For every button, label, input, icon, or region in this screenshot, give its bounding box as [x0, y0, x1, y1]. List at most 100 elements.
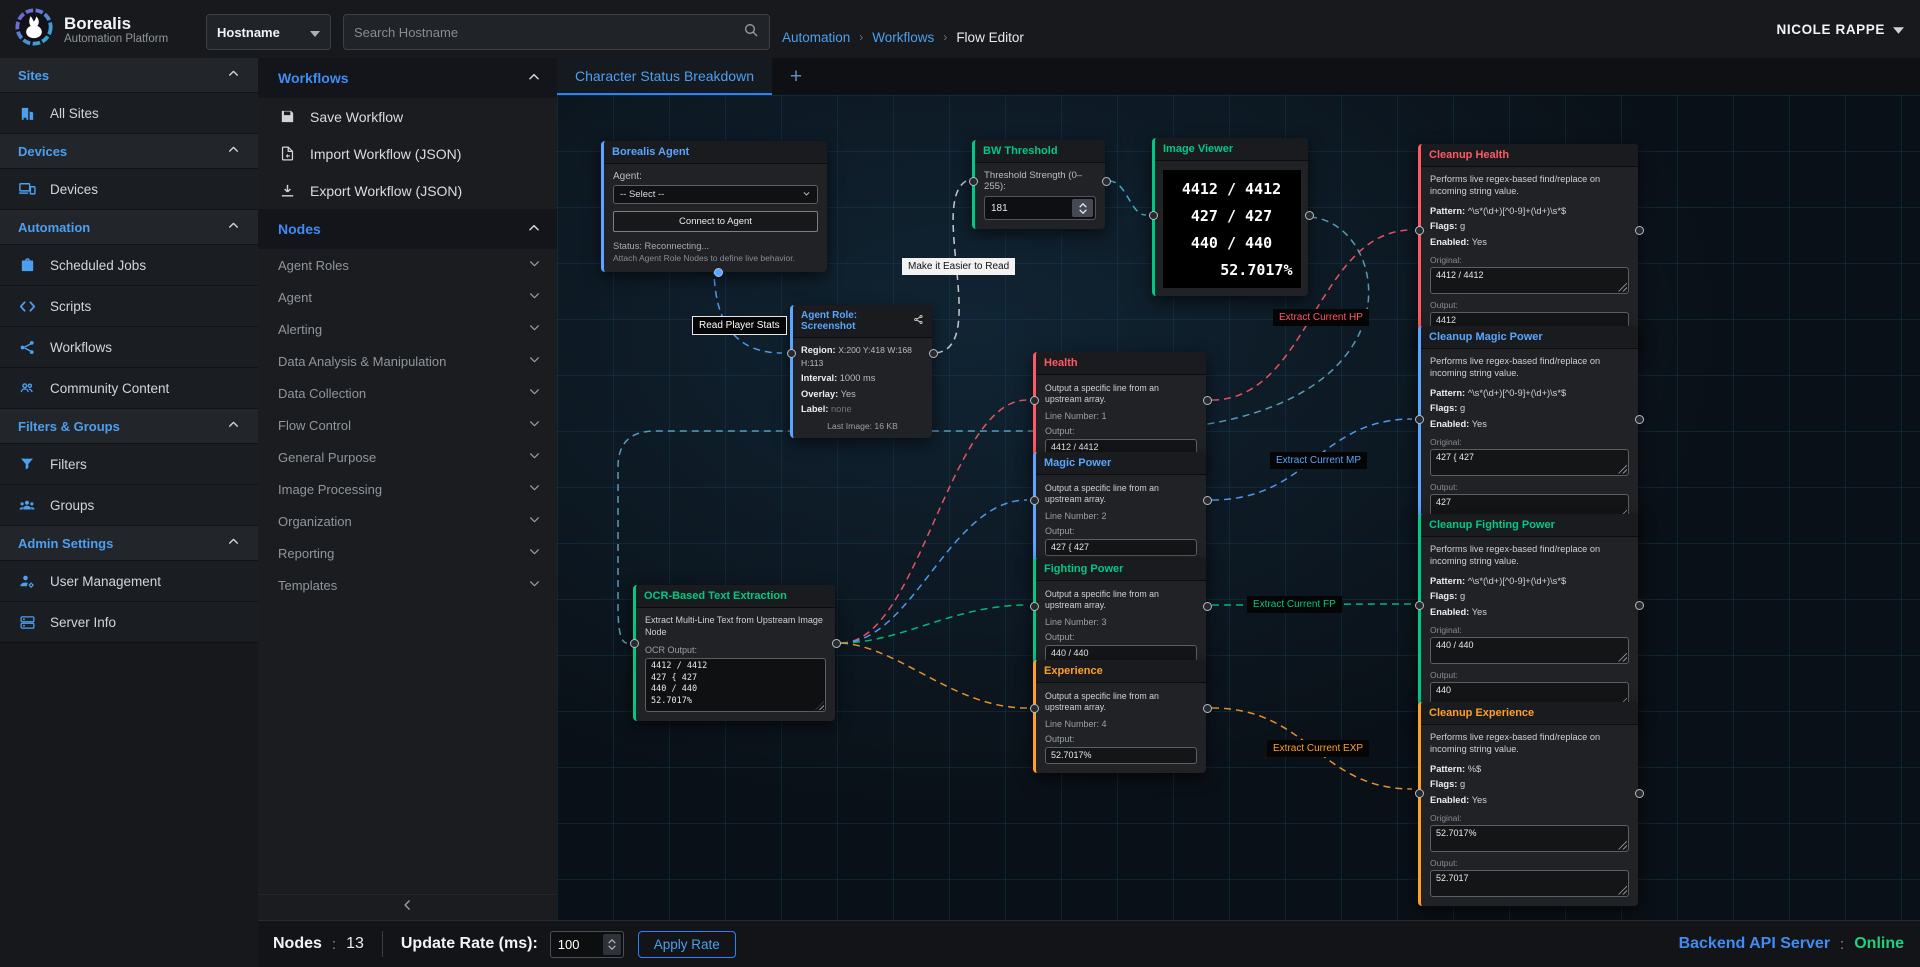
- node-category-data-analysis[interactable]: Data Analysis & Manipulation: [258, 345, 557, 377]
- input-port[interactable]: [1030, 396, 1039, 405]
- agent-hint: Attach Agent Role Nodes to define live b…: [613, 253, 818, 263]
- input-port[interactable]: [630, 639, 639, 648]
- search-input[interactable]: [354, 25, 743, 40]
- output-port[interactable]: [1305, 211, 1314, 220]
- node-agent-role-screenshot[interactable]: Agent Role: Screenshot Region: X:200 Y:4…: [790, 305, 932, 438]
- node-cleanup-experience[interactable]: Cleanup Experience Performs live regex-b…: [1418, 702, 1638, 906]
- node-category-agent-roles[interactable]: Agent Roles: [258, 249, 557, 281]
- sidebar-item-all-sites[interactable]: All Sites: [0, 93, 258, 134]
- node-experience[interactable]: Experience Output a specific line from a…: [1033, 660, 1206, 773]
- input-port[interactable]: [1415, 415, 1424, 424]
- input-port[interactable]: [1149, 211, 1158, 220]
- input-port[interactable]: [969, 177, 978, 186]
- sidebar-item-filters[interactable]: Filters: [0, 444, 258, 485]
- sidebar-item-groups[interactable]: Groups: [0, 485, 258, 526]
- original-textarea[interactable]: 440 / 440: [1430, 637, 1629, 664]
- hostname-dropdown[interactable]: Hostname: [206, 14, 331, 50]
- update-rate-input[interactable]: [551, 937, 601, 952]
- output-label: Output:: [1430, 858, 1629, 868]
- flow-canvas[interactable]: Read Player Stats Make it Easier to Read…: [557, 95, 1920, 920]
- sidebar-section-devices[interactable]: Devices: [0, 134, 258, 169]
- sidebar-section-automation[interactable]: Automation: [0, 210, 258, 245]
- sidebar-section-filters-groups[interactable]: Filters & Groups: [0, 409, 258, 444]
- output-textarea[interactable]: 52.7017: [1430, 870, 1629, 897]
- breadcrumb-automation[interactable]: Automation: [782, 30, 850, 45]
- output-port[interactable]: [1102, 177, 1111, 186]
- sidebar-item-community-content[interactable]: Community Content: [0, 368, 258, 409]
- sidebar-item-workflows[interactable]: Workflows: [0, 327, 258, 368]
- output-port[interactable]: [1635, 415, 1644, 424]
- input-port[interactable]: [787, 349, 796, 358]
- node-cleanup-health[interactable]: Cleanup Health Performs live regex-based…: [1418, 144, 1638, 348]
- breadcrumb-workflows[interactable]: Workflows: [872, 30, 934, 45]
- sidebar-item-devices[interactable]: Devices: [0, 169, 258, 210]
- output-port[interactable]: [832, 639, 841, 648]
- node-ocr-text-extraction[interactable]: OCR-Based Text Extraction Extract Multi-…: [633, 585, 835, 721]
- sidebar-item-scripts[interactable]: Scripts: [0, 286, 258, 327]
- input-port[interactable]: [1030, 496, 1039, 505]
- output-field[interactable]: [1045, 747, 1197, 764]
- node-cleanup-magic-power[interactable]: Cleanup Magic Power Performs live regex-…: [1418, 326, 1638, 530]
- node-category-reporting[interactable]: Reporting: [258, 537, 557, 569]
- output-port[interactable]: [1203, 496, 1212, 505]
- output-port[interactable]: [929, 349, 938, 358]
- agent-select[interactable]: -- Select --: [613, 185, 818, 204]
- node-category-general-purpose[interactable]: General Purpose: [258, 441, 557, 473]
- output-port[interactable]: [1203, 704, 1212, 713]
- input-port[interactable]: [1415, 226, 1424, 235]
- node-category-templates[interactable]: Templates: [258, 569, 557, 601]
- original-textarea[interactable]: 427 { 427: [1430, 449, 1629, 476]
- output-field[interactable]: [1045, 539, 1197, 556]
- node-category-organization[interactable]: Organization: [258, 505, 557, 537]
- connect-to-agent-button[interactable]: Connect to Agent: [613, 211, 818, 232]
- node-image-viewer[interactable]: Image Viewer 4412 / 4412 427 / 427 440 /…: [1152, 138, 1308, 296]
- brand: Borealis Automation Platform: [14, 7, 168, 52]
- sidebar-section-admin-settings[interactable]: Admin Settings: [0, 526, 258, 561]
- sidebar-item-user-management[interactable]: User Management: [0, 561, 258, 602]
- collapse-panel-button[interactable]: [258, 894, 557, 920]
- threshold-input[interactable]: [985, 203, 1070, 214]
- node-category-alerting[interactable]: Alerting: [258, 313, 557, 345]
- output-port[interactable]: [1203, 396, 1212, 405]
- output-port[interactable]: [1635, 601, 1644, 610]
- node-cleanup-fighting-power[interactable]: Cleanup Fighting Power Performs live reg…: [1418, 514, 1638, 718]
- node-category-data-collection[interactable]: Data Collection: [258, 377, 557, 409]
- output-port[interactable]: [1635, 789, 1644, 798]
- save-workflow-button[interactable]: Save Workflow: [258, 98, 557, 135]
- node-bw-threshold[interactable]: BW Threshold Threshold Strength (0–255):: [972, 140, 1105, 229]
- sidebar-item-scheduled-jobs[interactable]: Scheduled Jobs: [0, 245, 258, 286]
- output-port[interactable]: [714, 268, 723, 277]
- node-fighting-power[interactable]: Fighting Power Output a specific line fr…: [1033, 558, 1206, 671]
- panel-header-label: Nodes: [278, 221, 321, 237]
- ocr-output-textarea[interactable]: 4412 / 4412 427 { 427 440 / 440 52.7017%: [645, 658, 826, 712]
- workflows-panel-header[interactable]: Workflows: [258, 58, 557, 98]
- input-port[interactable]: [1415, 789, 1424, 798]
- input-port[interactable]: [1030, 602, 1039, 611]
- original-textarea[interactable]: 4412 / 4412: [1430, 267, 1629, 294]
- export-workflow-button[interactable]: Export Workflow (JSON): [258, 172, 557, 209]
- import-workflow-button[interactable]: Import Workflow (JSON): [258, 135, 557, 172]
- tab-character-status-breakdown[interactable]: Character Status Breakdown: [557, 58, 772, 95]
- output-port[interactable]: [1203, 602, 1212, 611]
- nodes-panel-header[interactable]: Nodes: [258, 209, 557, 249]
- node-category-agent[interactable]: Agent: [258, 281, 557, 313]
- node-health[interactable]: Health Output a specific line from an up…: [1033, 352, 1206, 465]
- node-category-image-processing[interactable]: Image Processing: [258, 473, 557, 505]
- sidebar-section-sites[interactable]: Sites: [0, 58, 258, 93]
- user-menu[interactable]: NICOLE RAPPE: [1777, 0, 1904, 58]
- sidebar-item-server-info[interactable]: Server Info: [0, 602, 258, 643]
- output-port[interactable]: [1635, 226, 1644, 235]
- add-tab-button[interactable]: +: [772, 58, 820, 95]
- apply-rate-button[interactable]: Apply Rate: [638, 931, 736, 958]
- original-textarea[interactable]: 52.7017%: [1430, 825, 1629, 852]
- node-magic-power[interactable]: Magic Power Output a specific line from …: [1033, 452, 1206, 565]
- pattern-value: ^\s*(\d+)[^0-9]+(\d+)\s*$: [1468, 388, 1566, 398]
- number-spinner[interactable]: [1072, 199, 1093, 217]
- node-borealis-agent[interactable]: Borealis Agent Agent: -- Select -- Conne…: [601, 141, 827, 272]
- share-icon[interactable]: [913, 314, 924, 328]
- input-port[interactable]: [1415, 601, 1424, 610]
- borealis-logo-icon: [14, 7, 54, 52]
- node-category-flow-control[interactable]: Flow Control: [258, 409, 557, 441]
- input-port[interactable]: [1030, 704, 1039, 713]
- number-spinner[interactable]: [603, 934, 621, 955]
